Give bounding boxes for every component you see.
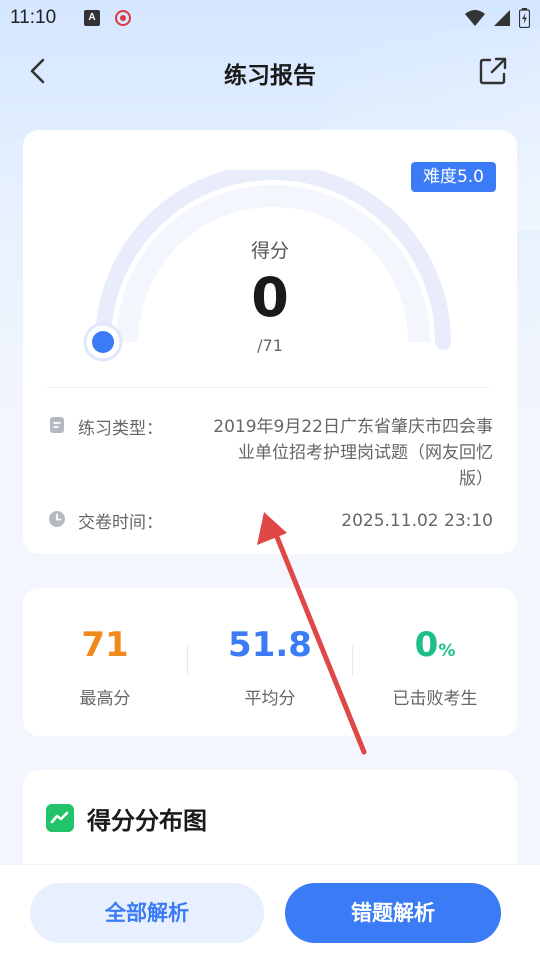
stat-defeated: 0% 已击败考生 [353, 624, 517, 709]
record-icon [115, 10, 131, 26]
stat-defeated-value: 0% [353, 624, 517, 672]
score-label: 得分 [250, 240, 289, 262]
stat-highest-label: 最高分 [79, 689, 131, 709]
clock-icon [49, 511, 65, 527]
stat-defeated-label: 已击败考生 [392, 689, 478, 709]
score-total: /71 [257, 336, 283, 355]
stats-card: 71 最高分 51.8 平均分 0% 已击败考生 [23, 588, 517, 736]
nav-bar: 练习报告 [0, 44, 540, 96]
battery-icon [519, 8, 530, 28]
stat-highest: 71 最高分 [23, 624, 187, 709]
submit-time-row: 交卷时间： 2025.11.02 23:10 [48, 508, 493, 538]
signal-icon [494, 10, 510, 26]
practice-type-value: 2019年9月22日广东省肇庆市四会事业单位招考护理岗试题（网友回忆版） [213, 417, 493, 489]
wrong-analysis-button[interactable]: 错题解析 [285, 883, 501, 943]
practice-type-label: 练习类型： [78, 419, 163, 439]
trend-chart-icon [46, 804, 74, 832]
stat-highest-number: 71 [81, 625, 129, 665]
stat-defeated-unit: % [438, 641, 456, 661]
stat-average-label: 平均分 [244, 689, 296, 709]
status-time: 11:10 [10, 7, 57, 28]
share-icon [479, 57, 507, 85]
practice-type-row: 练习类型： 2019年9月22日广东省肇庆市四会事业单位招考护理岗试题（网友回忆… [48, 414, 493, 494]
bottom-action-bar: 全部解析 错题解析 [0, 864, 540, 960]
score-card: 难度5.0 得分 0 /71 练习类型： 2019年9月22日广东省肇庆市四会事… [23, 130, 517, 554]
stat-average-number: 51.8 [228, 625, 312, 665]
share-button[interactable] [476, 54, 510, 88]
page-title: 练习报告 [224, 63, 316, 89]
stat-average-value: 51.8 [188, 624, 352, 672]
submit-time-value: 2025.11.02 23:10 [341, 511, 493, 531]
divider [46, 387, 490, 388]
distribution-title: 得分分布图 [87, 807, 207, 835]
wifi-icon [465, 10, 485, 26]
all-analysis-button[interactable]: 全部解析 [30, 883, 264, 943]
keyboard-a-icon: A [84, 10, 100, 26]
stat-average: 51.8 平均分 [188, 624, 352, 709]
status-bar: 11:10 A [0, 0, 540, 36]
stat-highest-value: 71 [23, 624, 187, 672]
document-icon [50, 417, 64, 433]
score-value: 0 [251, 266, 289, 329]
submit-time-label: 交卷时间： [78, 513, 163, 533]
stat-defeated-number: 0 [414, 625, 439, 665]
